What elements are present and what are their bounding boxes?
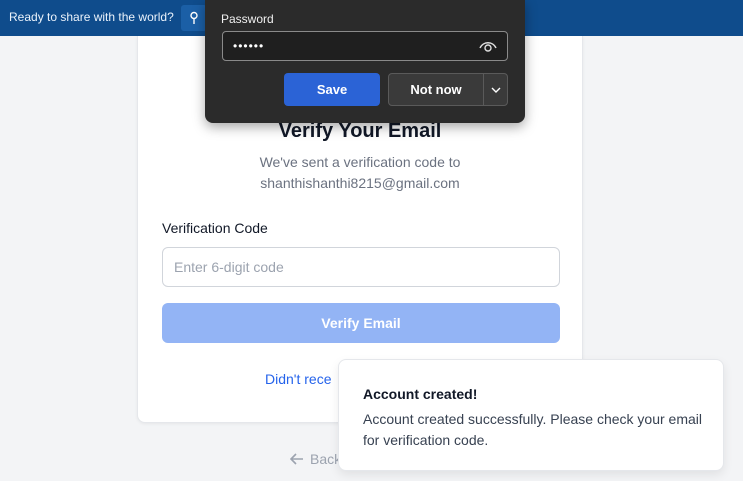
pin-button[interactable] — [181, 5, 207, 31]
subtitle-text: We've sent a verification code to — [259, 154, 461, 170]
toast-title: Account created! — [363, 386, 478, 402]
account-created-toast: Account created! Account created success… — [338, 359, 724, 471]
back-link[interactable]: Back — [290, 451, 341, 467]
save-password-button[interactable]: Save — [284, 73, 380, 106]
more-options-dropdown[interactable] — [484, 74, 507, 105]
password-label: Password — [221, 12, 274, 26]
not-now-split-button: Not now — [388, 73, 508, 106]
not-now-button[interactable]: Not now — [389, 74, 484, 105]
page-title: Verify Your Email — [278, 120, 442, 142]
save-password-popup: Password •••••• Save Not now — [205, 0, 525, 123]
arrow-left-icon — [290, 453, 303, 465]
verification-subtitle: We've sent a verification code to shanth… — [138, 152, 582, 194]
verify-email-button[interactable]: Verify Email — [162, 303, 560, 343]
resend-code-link[interactable]: Didn't rece — [265, 371, 331, 387]
email-address: shanthishanthi8215@gmail.com — [260, 175, 460, 191]
eye-icon[interactable] — [479, 38, 497, 54]
password-field[interactable]: •••••• — [222, 31, 508, 61]
verification-code-input[interactable] — [162, 247, 560, 287]
chevron-down-icon — [491, 87, 500, 93]
toast-message: Account created successfully. Please che… — [363, 411, 703, 448]
password-masked-value: •••••• — [233, 39, 265, 53]
pin-icon — [190, 11, 198, 24]
share-banner-text: Ready to share with the world? — [9, 10, 174, 24]
back-label: Back — [310, 451, 342, 467]
verification-code-label: Verification Code — [162, 220, 268, 236]
